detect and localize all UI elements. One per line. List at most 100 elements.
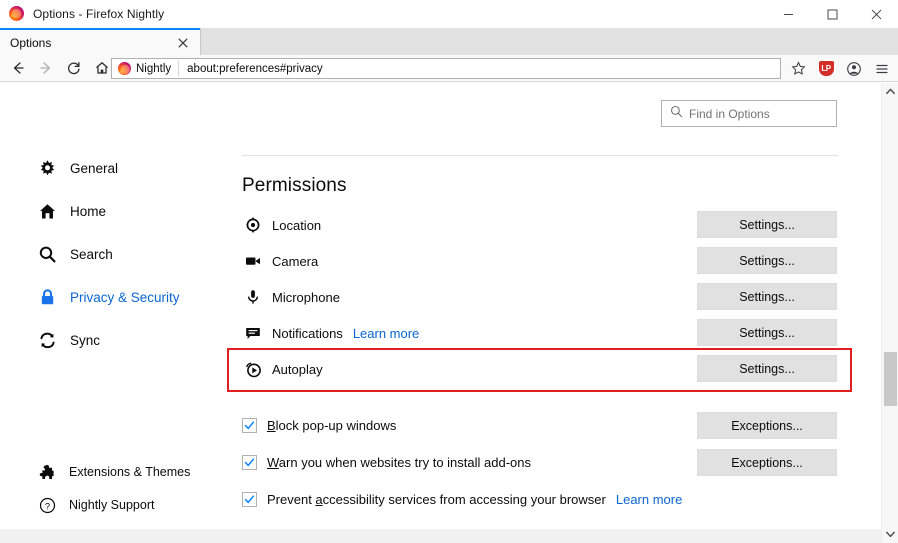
account-icon[interactable] <box>840 56 868 81</box>
window-controls <box>766 0 898 28</box>
sidebar-item-nightly-support[interactable]: ? Nightly Support <box>36 493 154 517</box>
notification-icon <box>242 325 264 341</box>
title-bar: Options - Firefox Nightly <box>0 0 898 28</box>
home-icon <box>36 202 58 221</box>
firefox-logo-icon <box>9 6 25 22</box>
hamburger-menu-icon[interactable] <box>868 56 896 81</box>
checkbox-label-pre: Prevent <box>267 491 316 507</box>
button-label: Settings... <box>739 253 795 268</box>
checkbox-label-rest: lock pop-up windows <box>275 417 397 433</box>
sidebar-item-search[interactable]: Search <box>36 242 113 266</box>
button-label: Settings... <box>739 217 795 232</box>
sidebar-item-sync[interactable]: Sync <box>36 328 100 352</box>
sidebar-item-label: Extensions & Themes <box>69 465 191 479</box>
checkbox-row-block-popups[interactable]: Block pop-up windows <box>242 412 396 438</box>
checkbox-label: Prevent accessibility services from acce… <box>267 492 606 507</box>
autoplay-icon <box>242 361 264 378</box>
identity-box[interactable]: Nightly <box>112 62 178 75</box>
permissions-pane: Permissions Location Settings... Camera … <box>235 83 875 543</box>
button-label: Settings... <box>739 361 795 376</box>
url-text: about:preferences#privacy <box>187 62 323 75</box>
close-icon[interactable] <box>854 0 898 28</box>
button-label: Exceptions... <box>731 418 803 433</box>
minimize-icon[interactable] <box>766 0 810 28</box>
window-title: Options - Firefox Nightly <box>33 7 165 21</box>
microphone-icon <box>242 289 264 305</box>
star-icon[interactable] <box>784 56 812 81</box>
scroll-up-arrow-icon[interactable] <box>882 83 898 100</box>
toolbar-actions: LP <box>784 56 896 81</box>
tab-close-icon[interactable] <box>174 34 192 52</box>
accessibility-learn-more-link[interactable]: Learn more <box>616 492 682 507</box>
firefox-logo-icon <box>118 62 131 75</box>
autoplay-settings-button[interactable]: Settings... <box>697 355 837 382</box>
tab-edge <box>200 28 201 55</box>
location-icon <box>242 217 264 233</box>
tab-options[interactable]: Options <box>0 28 200 55</box>
sidebar-item-home[interactable]: Home <box>36 199 106 223</box>
firefox-options-window: Options - Firefox Nightly Options Nightl… <box>0 0 898 543</box>
content-bottom-strip <box>0 529 881 543</box>
checkbox-row-prevent-accessibility[interactable]: Prevent accessibility services from acce… <box>242 486 682 512</box>
checkbox-row-warn-addons[interactable]: Warn you when websites try to install ad… <box>242 449 531 475</box>
puzzle-piece-icon <box>36 464 58 481</box>
microphone-settings-button[interactable]: Settings... <box>697 283 837 310</box>
sidebar-item-label: General <box>70 160 119 176</box>
sidebar-item-label: Home <box>70 203 107 219</box>
checkbox-label: Block pop-up windows <box>267 418 396 433</box>
tab-strip: Options <box>0 28 898 55</box>
url-divider <box>178 61 180 76</box>
addons-exceptions-button[interactable]: Exceptions... <box>697 449 837 476</box>
question-circle-icon: ? <box>36 497 58 514</box>
button-label: Settings... <box>739 325 795 340</box>
location-settings-button[interactable]: Settings... <box>697 211 837 238</box>
sidebar-item-privacy-security[interactable]: Privacy & Security <box>36 285 180 309</box>
permission-label: Autoplay <box>272 361 323 377</box>
permission-label: Microphone <box>272 289 340 305</box>
notifications-learn-more-link[interactable]: Learn more <box>353 326 419 341</box>
maximize-icon[interactable] <box>810 0 854 28</box>
sidebar-item-extensions-themes[interactable]: Extensions & Themes <box>36 460 190 484</box>
section-divider <box>242 155 838 156</box>
scrollbar-thumb[interactable] <box>884 352 897 406</box>
button-label: Exceptions... <box>731 455 803 470</box>
sidebar-item-label: Nightly Support <box>69 498 155 512</box>
gear-icon <box>36 159 58 178</box>
vertical-scrollbar[interactable] <box>881 83 898 543</box>
checkbox-block-popups[interactable] <box>242 417 257 433</box>
accesskey-char: B <box>267 417 276 433</box>
extension-badge-label: LP <box>818 61 834 76</box>
camera-settings-button[interactable]: Settings... <box>697 247 837 274</box>
permission-label: Location <box>272 217 322 233</box>
back-arrow-icon[interactable] <box>4 55 32 81</box>
checkbox-label-rest: arn you when websites try to install add… <box>278 454 531 470</box>
sidebar-item-label: Privacy & Security <box>70 289 180 305</box>
popups-exceptions-button[interactable]: Exceptions... <box>697 412 837 439</box>
search-icon <box>36 245 58 264</box>
preferences-sidebar: General Home Search Privacy & Security S… <box>0 83 235 543</box>
identity-brand-label: Nightly <box>136 62 172 75</box>
lock-icon <box>36 288 58 307</box>
camera-icon <box>242 253 264 269</box>
sidebar-item-label: Search <box>70 246 113 262</box>
checkbox-label-rest: ccessibility services from accessing you… <box>322 491 606 507</box>
lastpass-extension-icon[interactable]: LP <box>812 56 840 81</box>
permission-label: Notifications <box>272 325 343 341</box>
sidebar-item-general[interactable]: General <box>36 156 118 180</box>
reload-icon[interactable] <box>60 55 88 81</box>
page-title: Permissions <box>242 175 347 196</box>
permission-label: Camera <box>272 253 319 269</box>
checkbox-prevent-accessibility[interactable] <box>242 491 257 507</box>
checkbox-warn-addons[interactable] <box>242 454 257 470</box>
preferences-content: General Home Search Privacy & Security <box>0 83 898 543</box>
notifications-settings-button[interactable]: Settings... <box>697 319 837 346</box>
scroll-down-arrow-icon[interactable] <box>882 526 898 543</box>
sidebar-item-label: Sync <box>70 332 101 348</box>
accesskey-char: W <box>267 454 279 470</box>
tab-label: Options <box>10 35 52 50</box>
svg-text:?: ? <box>44 500 49 511</box>
button-label: Settings... <box>739 289 795 304</box>
forward-arrow-icon <box>32 55 60 81</box>
url-bar[interactable]: Nightly about:preferences#privacy <box>111 58 781 79</box>
checkbox-label: Warn you when websites try to install ad… <box>267 455 531 470</box>
